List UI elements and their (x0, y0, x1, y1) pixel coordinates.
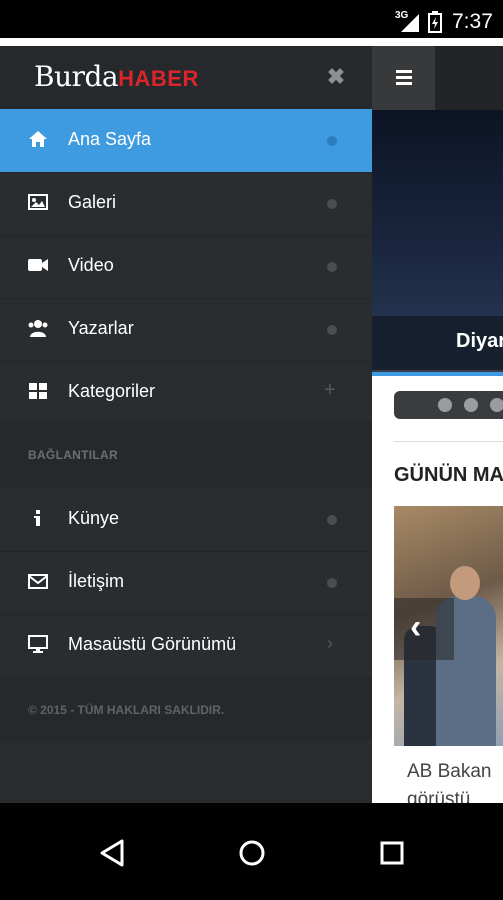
news-title-line: AB Bakan (407, 761, 492, 782)
desktop-icon (28, 635, 48, 653)
top-strip (0, 38, 503, 46)
indicator-dot (327, 262, 337, 272)
nav-item-label: Masaüstü Görünümü (68, 634, 237, 654)
indicator-dot (327, 199, 337, 209)
nav-item-label: Video (68, 255, 114, 275)
app-logo: BurdaHABER (34, 60, 199, 93)
copyright-text: © 2015 - TÜM HAKLARI SAKLIDIR. (28, 703, 225, 717)
indicator-dot (327, 136, 337, 146)
pager-dot[interactable] (438, 398, 452, 412)
clock: 7:37 (452, 10, 493, 33)
info-icon (34, 510, 40, 526)
nav-item-gallery[interactable]: Galeri (0, 172, 372, 236)
nav-item-home[interactable]: Ana Sayfa (0, 109, 372, 173)
section-divider (394, 441, 503, 442)
nav-item-desktop-view[interactable]: Masaüstü Görünümü › (0, 614, 372, 678)
logo-text-accent: HABER (118, 66, 199, 91)
menu-button[interactable] (372, 46, 435, 110)
chevron-right-icon: › (327, 633, 333, 653)
news-title-line: görüştü (407, 789, 471, 803)
slider-pager (394, 391, 503, 419)
video-camera-icon (28, 259, 48, 271)
indicator-dot (327, 578, 337, 588)
nav-item-categories[interactable]: Kategoriler + (0, 361, 372, 425)
grid-icon (29, 383, 47, 399)
nav-item-imprint[interactable]: Künye (0, 488, 372, 552)
home-icon (29, 131, 47, 147)
hero-caption-text: Diyar (456, 330, 503, 352)
battery-icon (428, 11, 442, 33)
image-icon (28, 194, 48, 210)
indicator-dot (327, 515, 337, 525)
pager-dot[interactable] (490, 398, 503, 412)
navigation-drawer: BurdaHABER ✖ Ana Sayfa Galeri Video Yaza… (0, 46, 372, 803)
close-icon: ✖ (326, 64, 346, 89)
nav-item-label: Ana Sayfa (68, 129, 152, 149)
section-header: BAĞLANTILAR (0, 421, 372, 488)
expand-icon[interactable]: + (324, 379, 336, 402)
home-circle-icon[interactable] (232, 833, 272, 873)
drawer-footer: © 2015 - TÜM HAKLARI SAKLIDIR. (0, 676, 372, 741)
indicator-dot (327, 325, 337, 335)
system-nav-bar (0, 803, 503, 900)
logo-text: Burda (34, 60, 119, 93)
section-title: GÜNÜN MA (394, 464, 503, 486)
recents-icon[interactable] (372, 833, 412, 873)
nav-item-contact[interactable]: İletişim (0, 551, 372, 615)
back-icon[interactable] (92, 833, 132, 873)
nav-item-label: Künye (68, 508, 120, 528)
envelope-icon (28, 574, 48, 589)
news-image[interactable]: ‹ (394, 506, 503, 746)
nav-item-label: Galeri (68, 192, 117, 212)
hero-accent-line (372, 372, 503, 376)
users-icon (28, 320, 48, 337)
close-drawer-button[interactable]: ✖ (326, 64, 346, 89)
signal-icon: 3G (395, 10, 421, 34)
app-toolbar (372, 46, 503, 110)
nav-item-label: İletişim (68, 571, 125, 591)
nav-item-authors[interactable]: Yazarlar (0, 298, 372, 362)
news-title[interactable]: AB Bakan görüştü (407, 758, 503, 803)
nav-item-label: Yazarlar (68, 318, 134, 338)
hero-caption[interactable]: Diyar (372, 316, 503, 372)
main-content: Diyar GÜNÜN MA ‹ AB Bakan görüştü (372, 46, 503, 803)
prev-arrow-button[interactable]: ‹ (394, 598, 454, 660)
nav-item-video[interactable]: Video (0, 235, 372, 299)
section-header-label: BAĞLANTILAR (28, 448, 118, 462)
pager-dot[interactable] (464, 398, 478, 412)
nav-item-label: Kategoriler (68, 381, 156, 401)
chevron-left-icon: ‹ (410, 608, 422, 646)
drawer-header: BurdaHABER ✖ (0, 46, 372, 109)
